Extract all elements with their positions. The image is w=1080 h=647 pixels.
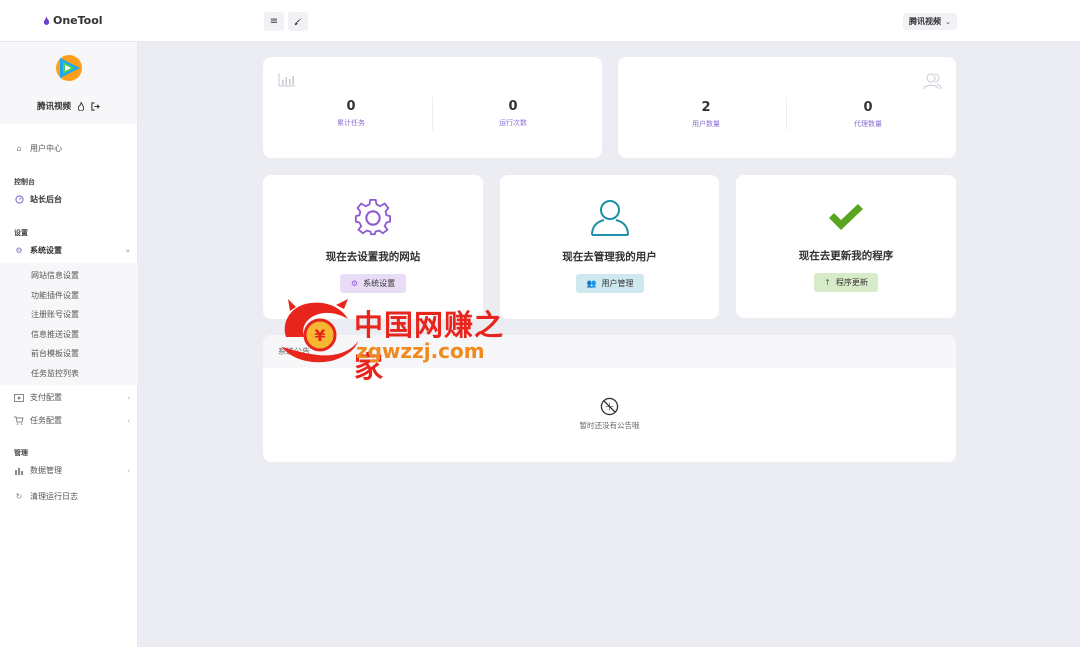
- section-settings: 设置: [14, 229, 28, 237]
- button-label: 系统设置: [363, 279, 396, 288]
- gear-icon: ⚙: [15, 246, 23, 255]
- sidebar-item-data[interactable]: 数据管理 ‹: [14, 465, 130, 476]
- chevron-down-icon: ⌄: [945, 17, 951, 26]
- arrow-up-icon: ↑: [824, 278, 831, 287]
- sidebar-item-clear-log[interactable]: ↻ 清理运行日志: [14, 491, 130, 502]
- menu-icon: ≡: [269, 16, 279, 27]
- gauge-icon: [14, 195, 24, 205]
- divider: [432, 97, 433, 130]
- logout-icon[interactable]: [91, 101, 100, 111]
- profile-row: 腾讯视频: [37, 100, 100, 112]
- stat-user-count: 2 用户数量: [646, 100, 766, 129]
- check-icon: [829, 204, 863, 230]
- empty-text: 暂时还没有公告哦: [579, 421, 640, 430]
- sidebar: 腾讯视频 ⌂ 用户中心 控制台 站长后台 设置 ⚙ 系统设置 » 网站信息设置 …: [0, 42, 138, 647]
- sidebar-item-label: 站长后台: [30, 195, 62, 204]
- cart-icon: [14, 416, 24, 426]
- payment-icon: [14, 393, 24, 403]
- button-label: 用户管理: [601, 279, 634, 288]
- stat-value: 0: [346, 99, 356, 114]
- fire-icon[interactable]: [77, 101, 85, 111]
- profile-panel: 腾讯视频: [0, 42, 137, 124]
- stats-card-users: 2 用户数量 0 代理数量: [618, 57, 956, 158]
- sub-item-plugins[interactable]: 功能插件设置: [31, 290, 79, 301]
- gear-icon: [354, 199, 392, 236]
- user-menu-label: 腾讯视频: [909, 17, 941, 26]
- action-card-users: 现在去管理我的用户 👥 用户管理: [500, 175, 719, 319]
- section-console: 控制台: [14, 178, 35, 186]
- sidebar-item-label: 任务配置: [30, 416, 62, 425]
- button-label: 程序更新: [835, 278, 868, 287]
- stat-agent-count: 0 代理数量: [808, 100, 928, 129]
- sub-item-register[interactable]: 注册账号设置: [31, 309, 79, 320]
- no-data-icon: [600, 397, 619, 416]
- top-bar: OneTool ≡ 腾讯视频 ⌄: [0, 0, 1080, 42]
- stat-value: 2: [701, 100, 711, 115]
- chevron-left-icon: ‹: [127, 466, 130, 475]
- stat-label: 代理数量: [854, 120, 882, 128]
- sidebar-item-payment[interactable]: 支付配置 ‹: [14, 392, 130, 403]
- divider: [786, 97, 787, 130]
- watermark: ¥ 中国网赚之家 zgwzzj.com: [276, 297, 516, 384]
- sub-item-template[interactable]: 前台模板设置: [31, 348, 79, 359]
- brand[interactable]: OneTool: [43, 14, 103, 27]
- chart-icon: [14, 466, 24, 476]
- sidebar-item-label: 数据管理: [30, 466, 62, 475]
- stat-value: 0: [863, 100, 873, 115]
- sidebar-item-label: 支付配置: [30, 393, 62, 402]
- stat-run-count: 0 运行次数: [453, 99, 573, 128]
- section-manage: 管理: [14, 449, 28, 457]
- stat-label: 累计任务: [337, 119, 365, 127]
- theme-button[interactable]: [288, 12, 308, 31]
- tencent-video-logo: [56, 55, 82, 81]
- sidebar-item-task-config[interactable]: 任务配置 ‹: [14, 415, 130, 426]
- chevron-left-icon: ‹: [127, 416, 130, 425]
- sidebar-item-label: 系统设置: [30, 246, 62, 255]
- brand-name: OneTool: [53, 14, 103, 27]
- bar-chart-icon: [278, 73, 295, 87]
- sidebar-item-system-settings[interactable]: ⚙ 系统设置 »: [14, 245, 130, 256]
- chevron-double-down-icon: »: [125, 246, 130, 255]
- dragon-logo: ¥: [282, 299, 358, 363]
- stat-value: 0: [508, 99, 518, 114]
- svg-text:¥: ¥: [314, 326, 325, 345]
- profile-name: 腾讯视频: [37, 102, 72, 112]
- user-menu-dropdown[interactable]: 腾讯视频 ⌄: [903, 13, 957, 30]
- sub-item-task-monitor[interactable]: 任务监控列表: [31, 368, 79, 379]
- home-icon: ⌂: [16, 144, 22, 153]
- menu-toggle-button[interactable]: ≡: [264, 12, 284, 31]
- action-title: 现在去更新我的程序: [798, 250, 894, 262]
- sub-item-site-info[interactable]: 网站信息设置: [31, 270, 79, 281]
- action-card-update: 现在去更新我的程序 ↑ 程序更新: [736, 175, 956, 318]
- sub-item-push[interactable]: 信息推送设置: [31, 329, 79, 340]
- action-title: 现在去设置我的网站: [325, 251, 421, 263]
- stats-card-tasks: 0 累计任务 0 运行次数: [263, 57, 602, 158]
- system-settings-button[interactable]: ⚙ 系统设置: [340, 274, 406, 293]
- refresh-icon: ↻: [15, 492, 23, 501]
- stat-total-tasks: 0 累计任务: [291, 99, 411, 128]
- brand-logo-icon: [43, 16, 50, 25]
- brush-icon: [294, 17, 302, 26]
- program-update-button[interactable]: ↑ 程序更新: [814, 273, 878, 292]
- users-outline-icon: [923, 73, 942, 90]
- sidebar-item-admin[interactable]: 站长后台: [14, 194, 130, 205]
- user-icon: [591, 200, 629, 236]
- sidebar-item-user-center[interactable]: ⌂ 用户中心: [14, 143, 130, 154]
- stat-label: 用户数量: [692, 120, 720, 128]
- users-icon: 👥: [586, 279, 597, 288]
- sidebar-item-label: 用户中心: [30, 144, 62, 153]
- sidebar-item-label: 清理运行日志: [30, 492, 78, 501]
- user-manage-button[interactable]: 👥 用户管理: [576, 274, 644, 293]
- chevron-left-icon: ‹: [127, 393, 130, 402]
- stat-label: 运行次数: [499, 119, 527, 127]
- action-title: 现在去管理我的用户: [562, 251, 657, 263]
- watermark-url: zgwzzj.com: [356, 339, 485, 363]
- gear-icon: ⚙: [350, 279, 359, 288]
- system-settings-submenu: 网站信息设置 功能插件设置 注册账号设置 信息推送设置 前台模板设置 任务监控列…: [0, 263, 138, 385]
